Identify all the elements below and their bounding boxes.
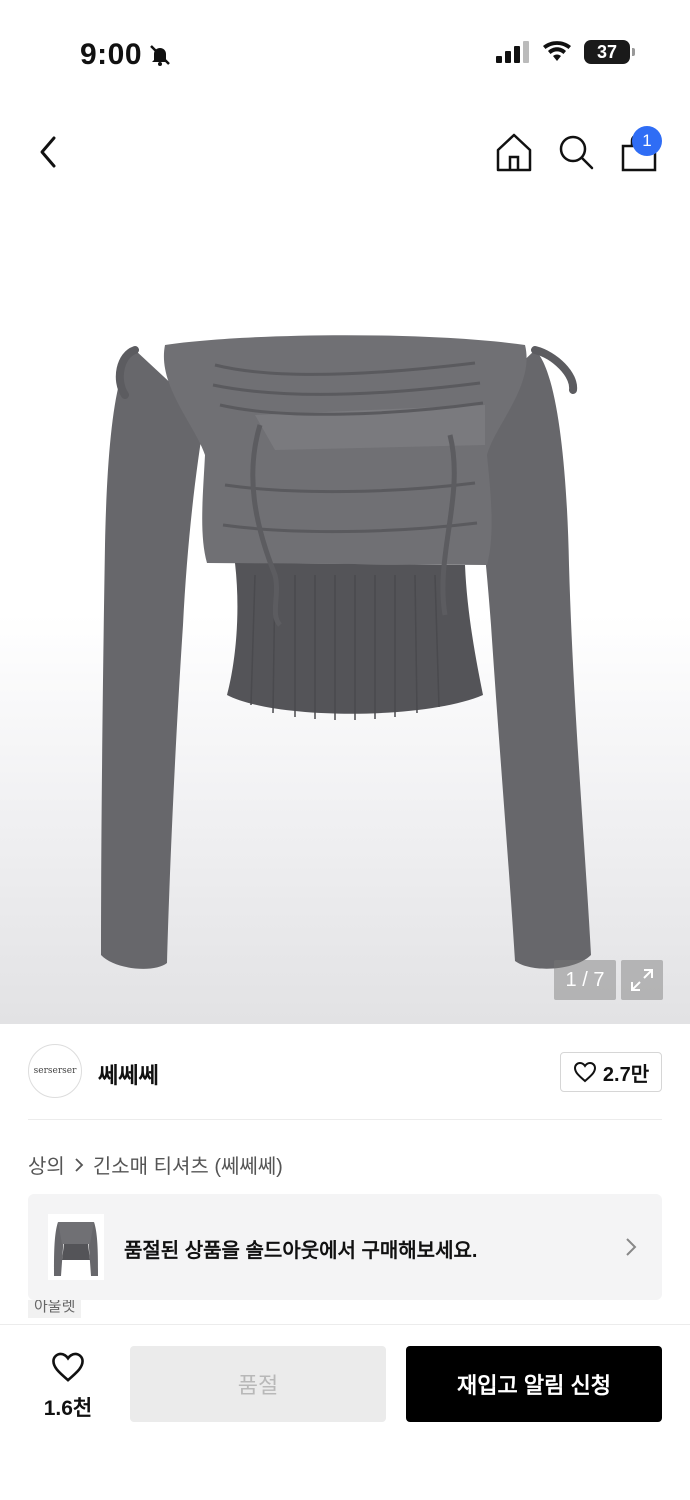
brand-name[interactable]: 쎄쎄쎄: [98, 1058, 159, 1090]
search-icon[interactable]: [556, 130, 596, 174]
chevron-right-icon: [75, 1157, 84, 1172]
wifi-icon: [543, 41, 571, 61]
outlet-tag: 아울렛: [28, 1300, 82, 1318]
product-image: [101, 335, 591, 969]
restock-alert-button[interactable]: 재입고 알림 신청: [406, 1346, 662, 1422]
bell-slash-icon: [150, 45, 170, 66]
status-indicators: 37: [496, 40, 635, 64]
brand-logo[interactable]: serserser: [28, 1044, 82, 1098]
soldout-banner[interactable]: 품절된 상품을 솔드아웃에서 구매해보세요.: [28, 1194, 662, 1300]
breadcrumb-subcategory[interactable]: 긴소매 티셔츠 (쎄쎄쎄): [93, 1150, 283, 1179]
heart-icon: [52, 1352, 84, 1382]
home-icon[interactable]: [494, 130, 534, 174]
brand-like-button[interactable]: 2.7만: [560, 1052, 662, 1092]
bottom-action-bar: 1.6천 품절 재입고 알림 신청: [0, 1324, 690, 1500]
chevron-right-icon: [626, 1238, 637, 1256]
breadcrumb: 상의 긴소매 티셔츠 (쎄쎄쎄): [28, 1150, 283, 1179]
back-arrow-icon[interactable]: [30, 130, 70, 174]
soldout-banner-text: 품절된 상품을 솔드아웃에서 구매해보세요.: [124, 1240, 478, 1262]
top-navigation: [0, 120, 690, 184]
cart-count-badge: 1: [632, 126, 662, 156]
breadcrumb-category[interactable]: 상의: [28, 1150, 65, 1179]
status-bar: 9:00 37: [0, 0, 690, 110]
image-pager: 1 / 7: [554, 960, 616, 1000]
expand-image-button[interactable]: [621, 960, 663, 1000]
product-thumbnail: [48, 1214, 104, 1280]
brand-like-count: 2.7만: [602, 1063, 650, 1086]
wishlist-count: 1.6천: [43, 1397, 93, 1420]
battery-icon: 37: [584, 40, 635, 64]
expand-icon: [631, 969, 653, 991]
heart-icon: [573, 1061, 596, 1083]
status-time: 9:00: [80, 38, 172, 72]
wishlist-button[interactable]: 1.6천: [28, 1351, 108, 1422]
cellular-signal-icon: [496, 41, 529, 63]
soldout-button[interactable]: 품절: [130, 1346, 386, 1422]
brand-row: serserser 쎄쎄쎄 2.7만: [28, 1024, 662, 1120]
